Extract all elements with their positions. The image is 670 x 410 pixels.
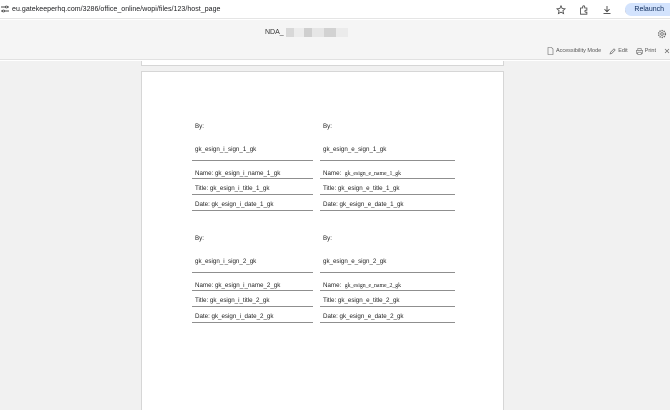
external-sign-field-2: gk_esign_e_sign_2_gk — [323, 258, 387, 265]
internal-title-line-2 — [192, 306, 313, 307]
internal-by-label-2: By: — [195, 235, 204, 242]
external-by-label-2: By: — [323, 235, 332, 242]
internal-by-label-1: By: — [195, 123, 204, 130]
document-page: By: By: gk_esign_i_sign_1_gk gk_esign_e_… — [141, 71, 504, 410]
edit-button[interactable]: Edit — [609, 47, 628, 55]
internal-name-field-1: Name: gk_esign_i_name_1_gk — [195, 170, 281, 177]
external-title-field-1: Title: gk_esign_e_title_1_gk — [323, 185, 400, 192]
internal-date-line-1 — [192, 210, 313, 211]
view-toolbar: Accessibility Mode Edit Print — [547, 46, 670, 56]
internal-sign-line-2 — [192, 272, 313, 273]
accessibility-mode-button[interactable]: Accessibility Mode — [547, 47, 601, 55]
internal-title-field-1: Title: gk_esign_i_title_1_gk — [195, 185, 270, 192]
office-header: NDA_ Accessibility Mode Edit Print — [0, 20, 670, 60]
pencil-icon — [609, 47, 616, 54]
document-title[interactable]: NDA_ — [265, 28, 348, 37]
internal-date-field-2: Date: gk_esign_i_date_2_gk — [195, 313, 274, 320]
internal-date-field-1: Date: gk_esign_i_date_1_gk — [195, 201, 274, 208]
print-label: Print — [644, 48, 656, 54]
edit-label: Edit — [618, 48, 628, 54]
close-button[interactable] — [664, 48, 670, 54]
internal-title-field-2: Title: gk_esign_i_title_2_gk — [195, 297, 270, 304]
internal-date-line-2 — [192, 322, 313, 323]
address-bar[interactable]: eu.gatekeeperhq.com/3286/office_online/w… — [12, 6, 221, 13]
external-date-field-1: Date: gk_esign_e_date_1_gk — [323, 201, 404, 208]
star-icon[interactable] — [555, 4, 567, 16]
print-icon — [635, 47, 643, 55]
print-button[interactable]: Print — [635, 47, 656, 55]
external-name-field-1: Name: gk_esign_e_name_1_gk — [323, 170, 401, 177]
external-name-value-2: gk_esign_e_name_2_gk — [344, 283, 402, 289]
external-sign-line-1 — [320, 160, 455, 161]
external-by-label-1: By: — [323, 123, 332, 130]
document-canvas[interactable]: By: By: gk_esign_i_sign_1_gk gk_esign_e_… — [0, 61, 670, 410]
internal-name-line-2 — [192, 290, 313, 291]
close-icon — [664, 48, 670, 54]
internal-title-line-1 — [192, 194, 313, 195]
accessibility-mode-label: Accessibility Mode — [555, 48, 602, 54]
external-name-label-1: Name: — [323, 170, 342, 177]
external-name-field-2: Name: gk_esign_e_name_2_gk — [323, 282, 401, 289]
internal-sign-field-1: gk_esign_i_sign_1_gk — [195, 146, 257, 153]
external-sign-line-2 — [320, 272, 455, 273]
external-title-field-2: Title: gk_esign_e_title_2_gk — [323, 297, 400, 304]
internal-sign-field-2: gk_esign_i_sign_2_gk — [195, 258, 257, 265]
external-date-line-1 — [320, 210, 455, 211]
external-date-line-2 — [320, 322, 455, 323]
internal-name-line-1 — [192, 178, 313, 179]
internal-name-field-2: Name: gk_esign_i_name_2_gk — [195, 282, 281, 289]
external-title-line-2 — [320, 306, 455, 307]
internal-sign-line-1 — [192, 160, 313, 161]
settings-gear-icon[interactable] — [657, 26, 667, 39]
previous-page — [141, 61, 504, 66]
document-title-text: NDA_ — [265, 29, 284, 36]
download-icon[interactable] — [601, 4, 613, 16]
redacted-title — [285, 28, 348, 37]
external-name-line-2 — [320, 290, 455, 291]
browser-toolbar: eu.gatekeeperhq.com/3286/office_online/w… — [0, 0, 670, 19]
external-date-field-2: Date: gk_esign_e_date_2_gk — [323, 313, 404, 320]
external-name-line-1 — [320, 178, 455, 179]
external-name-value-1: gk_esign_e_name_1_gk — [344, 171, 402, 177]
tune-icon[interactable] — [0, 0, 10, 19]
extensions-icon[interactable] — [578, 4, 590, 16]
document-icon — [547, 47, 554, 55]
external-sign-field-1: gk_esign_e_sign_1_gk — [323, 146, 387, 153]
external-name-label-2: Name: — [323, 282, 342, 289]
relaunch-button[interactable]: Relaunch — [625, 3, 670, 16]
external-title-line-1 — [320, 194, 455, 195]
